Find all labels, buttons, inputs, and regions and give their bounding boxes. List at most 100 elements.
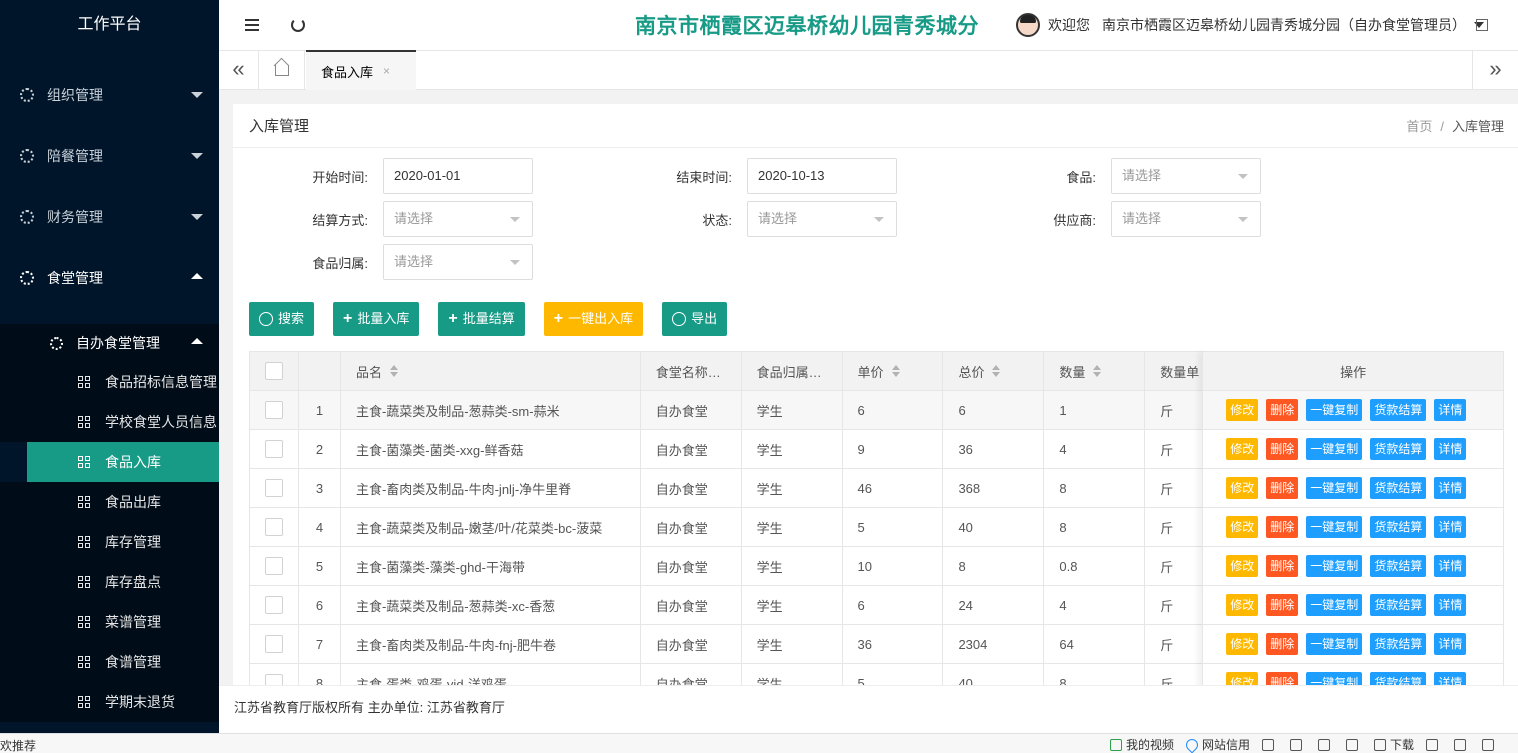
settle-button[interactable]: 货款结算 xyxy=(1370,438,1427,460)
supplier-select[interactable]: 请选择 xyxy=(1111,201,1261,237)
search-button[interactable]: 搜索 xyxy=(249,302,315,336)
copy-button[interactable]: 一键复制 xyxy=(1306,555,1363,577)
batch-in-button[interactable]: + 批量入库 xyxy=(333,302,420,336)
menu-toggle-icon[interactable] xyxy=(245,19,259,31)
delete-button[interactable]: 删除 xyxy=(1266,399,1299,421)
table-row[interactable]: 7 主食-畜肉类及制品-牛肉-fnj-肥牛卷 自办食堂 学生 36 2304 64 斤修改 删除… xyxy=(250,625,1503,664)
edit-button[interactable]: 修改 xyxy=(1226,399,1259,421)
copy-button[interactable]: 一键复制 xyxy=(1306,438,1363,460)
close-icon[interactable]: × xyxy=(383,64,390,78)
edit-button[interactable]: 修改 xyxy=(1226,633,1259,655)
settle-button[interactable]: 货款结算 xyxy=(1370,672,1427,685)
row-checkbox[interactable] xyxy=(265,557,283,575)
delete-button[interactable]: 删除 xyxy=(1266,438,1299,460)
volume-item[interactable] xyxy=(1454,738,1470,751)
sidebar-item-food-in[interactable]: 食品入库 xyxy=(27,442,219,482)
sidebar-item-food-out[interactable]: 食品出库 xyxy=(0,482,219,522)
export-button[interactable]: 导出 xyxy=(662,302,728,336)
delete-button[interactable]: 删除 xyxy=(1266,594,1299,616)
sort-icon[interactable] xyxy=(1093,365,1102,377)
food-belong-select[interactable]: 请选择 xyxy=(383,244,533,280)
sort-icon[interactable] xyxy=(389,365,398,377)
end-time-input[interactable]: 2020-10-13 xyxy=(747,158,897,194)
sidebar-item-menu[interactable]: 食谱管理 xyxy=(0,642,219,682)
sidebar-item-bidding[interactable]: 食品招标信息管理 xyxy=(0,362,219,402)
breadcrumb-home[interactable]: 首页 xyxy=(1406,119,1432,134)
delete-button[interactable]: 删除 xyxy=(1266,672,1299,685)
table-row[interactable]: 8 主食-蛋类-鸡蛋-yjd-洋鸡蛋 自办食堂 学生 5 40 8 斤修改 删除 一键复制 货款结算… xyxy=(250,664,1503,685)
row-checkbox[interactable] xyxy=(265,518,283,536)
shield-item[interactable] xyxy=(1261,738,1278,751)
copy-button[interactable]: 一键复制 xyxy=(1306,399,1363,421)
tabs-scroll-left-icon[interactable]: « xyxy=(219,51,259,90)
settle-button[interactable]: 货款结算 xyxy=(1370,555,1427,577)
refresh-icon[interactable] xyxy=(291,18,305,32)
image-item[interactable] xyxy=(1289,738,1306,751)
settle-button[interactable]: 货款结算 xyxy=(1370,594,1427,616)
copy-button[interactable]: 一键复制 xyxy=(1306,672,1363,685)
copy-button[interactable]: 一键复制 xyxy=(1306,477,1363,499)
tab-food-in[interactable]: 食品入库 × xyxy=(306,50,416,90)
edit-button[interactable]: 修改 xyxy=(1226,594,1259,616)
start-time-input[interactable]: 2020-01-01 xyxy=(383,158,533,194)
header-qty[interactable]: 数量 xyxy=(1044,352,1146,390)
menu-org[interactable]: 组织管理 xyxy=(0,64,219,125)
menu-accompany[interactable]: 陪餐管理 xyxy=(0,125,219,186)
food-select[interactable]: 请选择 xyxy=(1111,158,1261,194)
brightness-item[interactable] xyxy=(1482,738,1498,751)
menu-finance[interactable]: 财务管理 xyxy=(0,186,219,247)
table-row[interactable]: 4 主食-蔬菜类及制品-嫩茎/叶/花菜类-bc-菠菜 自办食堂 学生 5 40 8 斤修改 删除… xyxy=(250,508,1503,547)
edit-button[interactable]: 修改 xyxy=(1226,555,1259,577)
header-total-price[interactable]: 总价 xyxy=(943,352,1045,390)
row-checkbox[interactable] xyxy=(265,674,283,685)
table-row[interactable]: 6 主食-蔬菜类及制品-葱蒜类-xc-香葱 自办食堂 学生 6 24 4 斤修改 删除 一键复制货… xyxy=(250,586,1503,625)
edit-button[interactable]: 修改 xyxy=(1226,516,1259,538)
site-credit-item[interactable]: 网站信用 xyxy=(1183,736,1250,753)
edit-button[interactable]: 修改 xyxy=(1226,477,1259,499)
detail-button[interactable]: 详情 xyxy=(1434,516,1467,538)
select-all-checkbox[interactable] xyxy=(265,362,283,380)
copy-button[interactable]: 一键复制 xyxy=(1306,594,1363,616)
download-item[interactable]: 下载 xyxy=(1373,736,1414,753)
sidebar-item-staff[interactable]: 学校食堂人员信息 xyxy=(0,402,219,442)
detail-button[interactable]: 详情 xyxy=(1434,633,1467,655)
one-click-inout-button[interactable]: + 一键出入库 xyxy=(543,302,644,336)
row-checkbox[interactable] xyxy=(265,440,283,458)
delete-button[interactable]: 删除 xyxy=(1266,555,1299,577)
row-checkbox[interactable] xyxy=(265,479,283,497)
sidebar-item-stock[interactable]: 库存管理 xyxy=(0,522,219,562)
detail-button[interactable]: 详情 xyxy=(1434,438,1467,460)
delete-button[interactable]: 删除 xyxy=(1266,477,1299,499)
user-menu[interactable]: 欢迎您 南京市栖霞区迈皋桥幼儿园青秀城分园（自办食堂管理员） xyxy=(1016,13,1484,37)
row-checkbox[interactable] xyxy=(265,596,283,614)
status-select[interactable]: 请选择 xyxy=(747,201,897,237)
header-name[interactable]: 品名 xyxy=(341,352,641,390)
detail-button[interactable]: 详情 xyxy=(1434,399,1467,421)
glasses-item[interactable] xyxy=(1426,738,1442,751)
settle-button[interactable]: 货款结算 xyxy=(1370,399,1427,421)
fullscreen-icon[interactable] xyxy=(1476,19,1488,31)
sidebar-item-recipe[interactable]: 菜谱管理 xyxy=(0,602,219,642)
sort-icon[interactable] xyxy=(891,365,900,377)
detail-button[interactable]: 详情 xyxy=(1434,672,1467,685)
table-row[interactable]: 3 主食-畜肉类及制品-牛肉-jnlj-净牛里脊 自办食堂 学生 46 368 8 斤修改 删除… xyxy=(250,469,1503,508)
row-checkbox[interactable] xyxy=(265,401,283,419)
detail-button[interactable]: 详情 xyxy=(1434,594,1467,616)
settle-button[interactable]: 货款结算 xyxy=(1370,516,1427,538)
settle-button[interactable]: 货款结算 xyxy=(1370,633,1427,655)
table-row[interactable]: 5 主食-菌藻类-藻类-ghd-干海带 自办食堂 学生 10 8 0.8 斤修改 删除 一键复制货… xyxy=(250,547,1503,586)
my-videos-item[interactable]: 我的视频 xyxy=(1109,736,1174,753)
home-icon[interactable] xyxy=(259,51,305,90)
table-row[interactable]: 1 主食-蔬菜类及制品-葱蒜类-sm-蒜米 自办食堂 学生 6 6 1 斤修改 删除 一键复制 货款… xyxy=(250,391,1503,430)
sort-icon[interactable] xyxy=(992,365,1001,377)
submenu-self-canteen[interactable]: 自办食堂管理 xyxy=(0,324,219,362)
batch-settle-button[interactable]: + 批量结算 xyxy=(438,302,525,336)
palette-item[interactable] xyxy=(1317,738,1334,751)
sidebar-item-inventory[interactable]: 库存盘点 xyxy=(0,562,219,602)
table-row[interactable]: 2 主食-菌藻类-菌类-xxg-鲜香菇 自办食堂 学生 9 36 4 斤修改 删除 一键复制 货款结… xyxy=(250,430,1503,469)
edit-button[interactable]: 修改 xyxy=(1226,438,1259,460)
detail-button[interactable]: 详情 xyxy=(1434,477,1467,499)
settle-method-select[interactable]: 请选择 xyxy=(383,201,533,237)
detail-button[interactable]: 详情 xyxy=(1434,555,1467,577)
edit-button[interactable]: 修改 xyxy=(1226,672,1259,685)
